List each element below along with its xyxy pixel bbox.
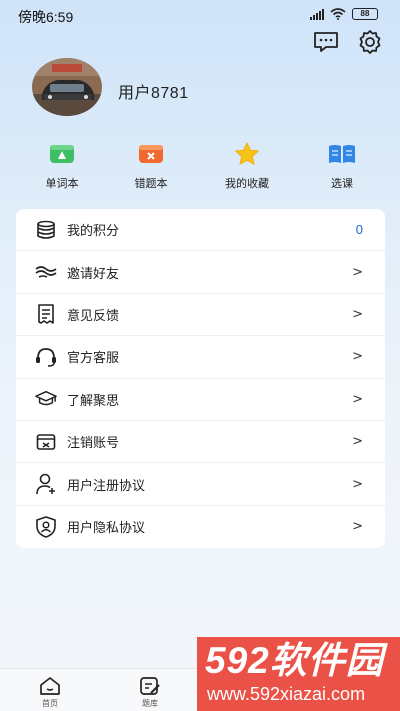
chevron-right-icon: >: [352, 391, 363, 407]
handshake-icon: [35, 261, 57, 283]
nav-label: 题库: [142, 699, 158, 708]
quick-label: 错题本: [134, 178, 168, 190]
chevron-right-icon: >: [352, 434, 363, 450]
open-book-icon: [329, 145, 355, 163]
menu-label: 意见反馈: [67, 307, 120, 323]
chevron-right-icon: >: [352, 306, 363, 322]
watermark-url: www.592xiazai.com: [207, 684, 366, 704]
headset-icon: [35, 346, 57, 368]
feedback-document-icon: [35, 303, 57, 325]
menu-card: 我的积分 0 邀请好友 > 意见反馈 > 官方客服 > 了解聚思 > 注销账号 …: [16, 209, 385, 548]
privacy-shield-icon: [35, 516, 57, 538]
menu-label: 邀请好友: [67, 265, 120, 281]
quick-mistakes-book[interactable]: 错题本: [111, 142, 191, 191]
chevron-right-icon: >: [352, 519, 363, 535]
menu-item-feedback[interactable]: 意见反馈 >: [16, 294, 385, 337]
message-icon[interactable]: [312, 30, 340, 54]
menu-item-about[interactable]: 了解聚思 >: [16, 379, 385, 421]
quick-label: 选课: [331, 178, 353, 190]
quick-course-selection[interactable]: 选课: [302, 142, 382, 191]
quick-label: 单词本: [45, 178, 79, 190]
menu-item-points[interactable]: 我的积分 0: [16, 209, 385, 252]
status-icons: 88: [310, 8, 378, 20]
cellular-signal-icon: [310, 8, 324, 20]
chevron-right-icon: >: [352, 349, 363, 365]
watermark-logo: 592软件园 www.592xiazai.com: [197, 637, 400, 711]
menu-item-registration-agreement[interactable]: 用户注册协议 >: [16, 463, 385, 506]
chevron-right-icon: >: [352, 476, 363, 492]
menu-label: 了解聚思: [67, 392, 120, 408]
menu-label: 注销账号: [67, 435, 120, 451]
coins-stack-icon: [35, 219, 57, 241]
menu-label: 用户隐私协议: [67, 520, 146, 536]
home-icon: [40, 677, 60, 695]
star-icon: [235, 142, 259, 165]
points-value: 0: [355, 222, 363, 238]
watermark-brand: 592软件园: [205, 640, 384, 681]
nav-question-bank[interactable]: 题库: [125, 675, 175, 709]
menu-item-delete-account[interactable]: 注销账号 >: [16, 421, 385, 464]
menu-item-invite-friends[interactable]: 邀请好友 >: [16, 251, 385, 294]
menu-item-privacy-agreement[interactable]: 用户隐私协议 >: [16, 506, 385, 548]
menu-label: 官方客服: [67, 350, 120, 366]
id-card-icon: [35, 431, 57, 453]
graduation-cap-icon: [35, 388, 57, 410]
menu-label: 用户注册协议: [67, 477, 146, 493]
quick-label: 我的收藏: [225, 178, 269, 190]
battery-icon: 88: [352, 8, 378, 20]
top-actions: [312, 30, 384, 54]
question-bank-icon: [140, 677, 160, 695]
nav-home[interactable]: 首页: [25, 675, 75, 709]
user-add-icon: [35, 473, 57, 495]
vocabulary-book-icon: [50, 145, 74, 163]
quick-favorites[interactable]: 我的收藏: [207, 142, 287, 191]
mistakes-book-icon: [139, 145, 163, 163]
status-bar: 傍晚6:59 88: [0, 0, 400, 30]
menu-label: 我的积分: [67, 223, 120, 239]
quick-vocabulary-book[interactable]: 单词本: [22, 142, 102, 191]
username[interactable]: 用户8781: [118, 79, 189, 103]
nav-label: 首页: [42, 699, 58, 708]
chevron-right-icon: >: [352, 264, 363, 280]
settings-gear-icon[interactable]: [356, 30, 384, 54]
quick-actions: 单词本 错题本 我的收藏 选课: [0, 142, 400, 192]
menu-item-customer-service[interactable]: 官方客服 >: [16, 336, 385, 379]
status-time: 傍晚6:59: [18, 9, 74, 25]
wifi-icon: [330, 8, 346, 20]
avatar[interactable]: [32, 58, 102, 116]
